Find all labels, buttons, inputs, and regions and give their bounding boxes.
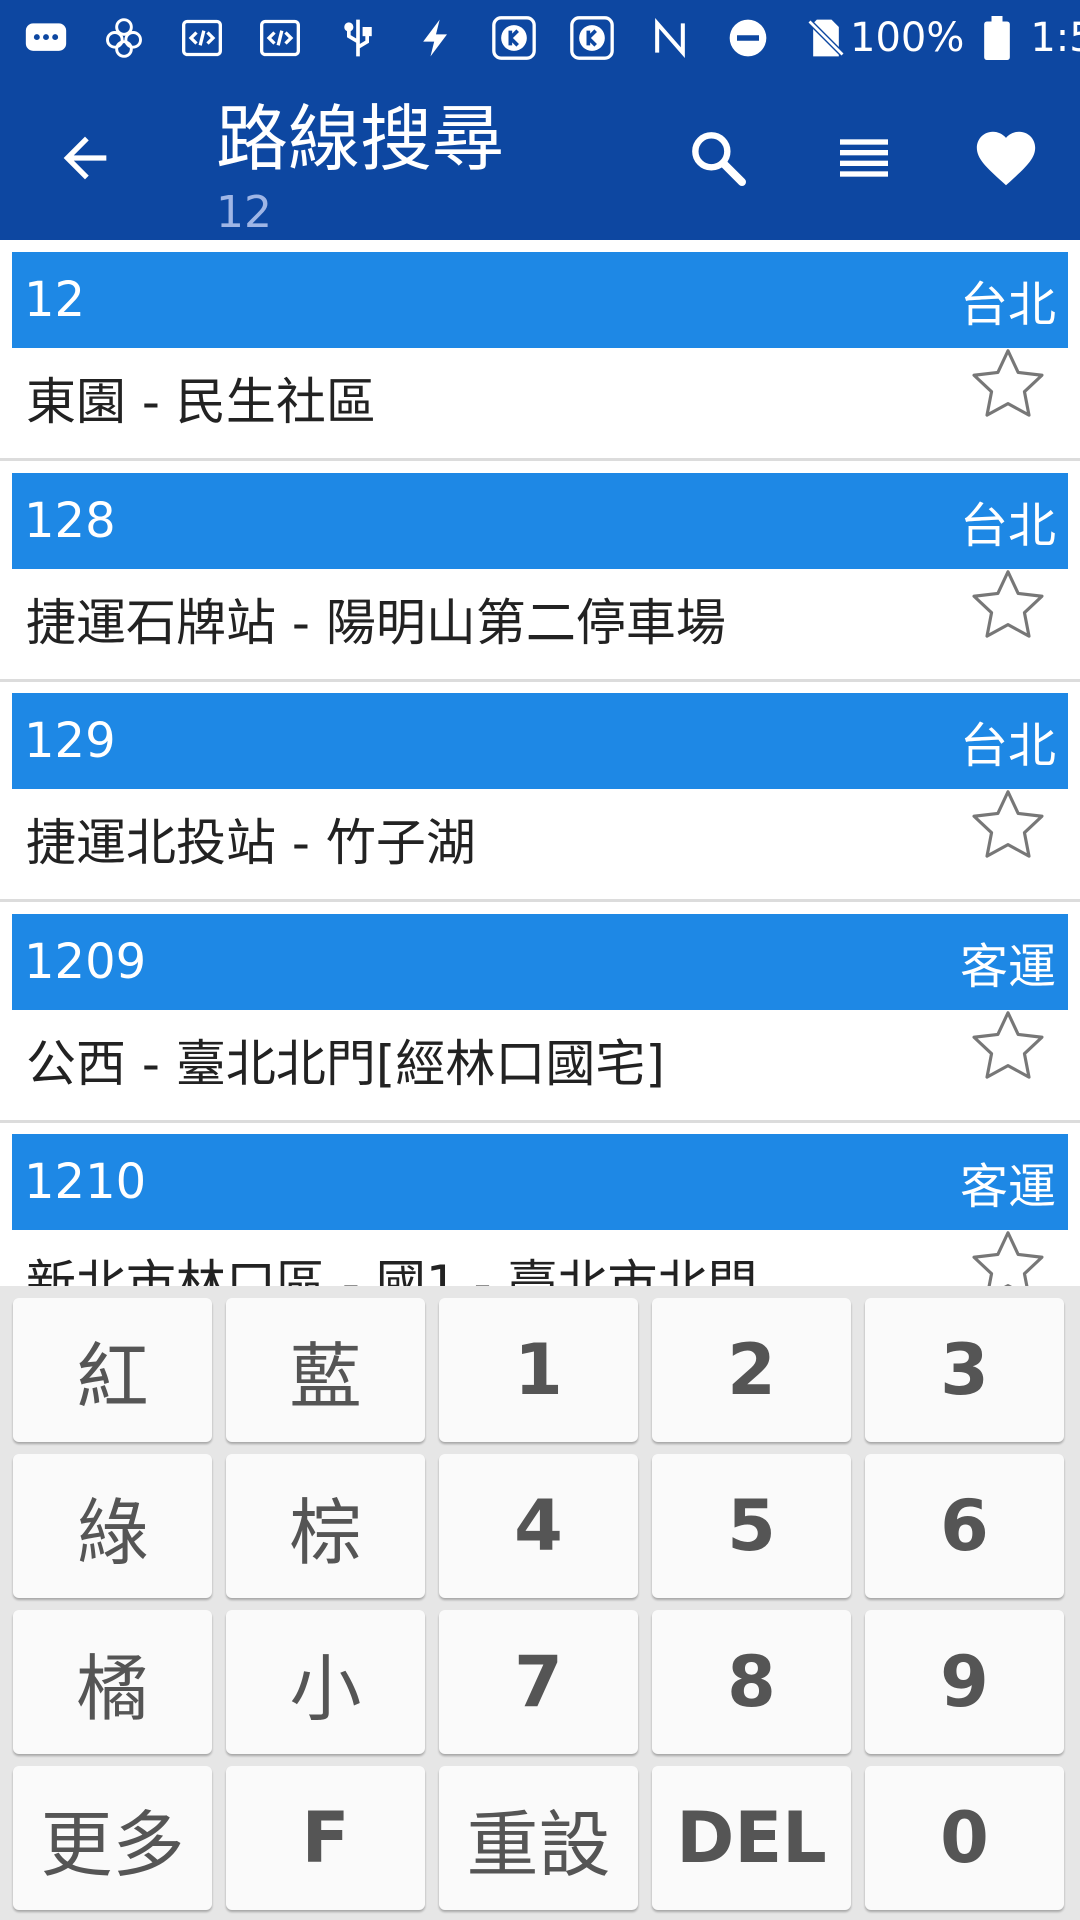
key-3[interactable]: 3 <box>865 1298 1064 1442</box>
key-1[interactable]: 1 <box>439 1298 638 1442</box>
key-5[interactable]: 5 <box>652 1454 851 1598</box>
battery-percent: 100% <box>850 15 965 61</box>
sms-icon <box>22 16 70 60</box>
back-button[interactable] <box>50 126 120 190</box>
route-name: 公西 - 臺北北門[經林口國宅] <box>26 1034 665 1093</box>
star-outline-icon <box>972 569 1044 638</box>
favorites-button[interactable] <box>968 120 1044 196</box>
keypad-row: 紅 藍 1 2 3 <box>10 1298 1070 1442</box>
search-icon <box>692 132 746 186</box>
key-orange[interactable]: 橘 <box>13 1610 212 1754</box>
page-title: 路線搜尋 <box>216 97 505 181</box>
usb-icon <box>334 16 382 60</box>
route-name: 新北市林口區 - 國1 - 臺北市北門 <box>26 1255 758 1286</box>
route-number: 129 <box>24 713 116 769</box>
favorite-star-button[interactable] <box>966 1224 1050 1286</box>
key-7[interactable]: 7 <box>439 1610 638 1754</box>
list-icon <box>840 139 888 177</box>
route-item[interactable]: 12 台北 東園 - 民生社區 <box>0 240 1080 461</box>
route-number: 1209 <box>24 933 147 990</box>
keypad-row: 綠 棕 4 5 6 <box>10 1454 1070 1598</box>
route-body: 新北市林口區 - 國1 - 臺北市北門 <box>0 1230 1080 1286</box>
do-not-disturb-icon <box>724 16 772 60</box>
star-outline-icon <box>972 1010 1044 1079</box>
route-body: 東園 - 民生社區 <box>0 348 1080 448</box>
route-region: 台北 <box>959 277 1056 333</box>
route-keypad: 紅 藍 1 2 3 綠 棕 4 5 6 橘 小 7 8 9 更多 F 重設 DE… <box>0 1286 1080 1920</box>
key-delete[interactable]: DEL <box>652 1766 851 1910</box>
route-list[interactable]: 12 台北 東園 - 民生社區 128 台北 捷運石牌站 - 陽明山第二停車場 … <box>0 240 1080 1286</box>
route-body: 捷運石牌站 - 陽明山第二停車場 <box>0 569 1080 669</box>
key-green[interactable]: 綠 <box>13 1454 212 1598</box>
back-arrow-icon <box>63 136 107 180</box>
key-brown[interactable]: 棕 <box>226 1454 425 1598</box>
route-name: 捷運石牌站 - 陽明山第二停車場 <box>26 593 726 652</box>
route-header: 128 台北 <box>12 472 1068 569</box>
key-6[interactable]: 6 <box>865 1454 1064 1598</box>
search-button[interactable] <box>680 120 756 196</box>
key-0[interactable]: 0 <box>865 1766 1064 1910</box>
developer-icon <box>178 16 226 60</box>
route-body: 捷運北投站 - 竹子湖 <box>0 789 1080 889</box>
favorite-star-button[interactable] <box>966 1004 1050 1088</box>
list-button[interactable] <box>826 120 902 196</box>
charging-icon <box>412 16 460 60</box>
route-region: 台北 <box>959 497 1056 554</box>
route-name: 捷運北投站 - 竹子湖 <box>26 814 476 872</box>
key-4[interactable]: 4 <box>439 1454 638 1598</box>
favorite-star-button[interactable] <box>966 783 1050 867</box>
route-header: 1209 客運 <box>12 913 1068 1010</box>
route-item[interactable]: 129 台北 捷運北投站 - 竹子湖 <box>0 681 1080 902</box>
key-8[interactable]: 8 <box>652 1610 851 1754</box>
star-outline-icon <box>972 790 1044 858</box>
route-body: 公西 - 臺北北門[經林口國宅] <box>0 1010 1080 1110</box>
key-more[interactable]: 更多 <box>13 1766 212 1910</box>
key-f[interactable]: F <box>226 1766 425 1910</box>
k-app-icon <box>490 16 538 60</box>
search-query: 12 <box>216 187 272 238</box>
route-item[interactable]: 1210 客運 新北市林口區 - 國1 - 臺北市北門 <box>0 1122 1080 1286</box>
network-icon <box>100 16 148 60</box>
clock: 1:50 <box>1030 15 1080 61</box>
keypad-row: 橘 小 7 8 9 <box>10 1610 1070 1754</box>
status-system-info: 100% 1:50 <box>850 15 1080 61</box>
favorite-star-button[interactable] <box>966 563 1050 647</box>
route-number: 128 <box>24 492 116 549</box>
route-number: 12 <box>24 272 86 328</box>
developer-icon <box>256 16 304 60</box>
status-bar: 100% 1:50 <box>0 0 1080 76</box>
route-header: 12 台北 <box>12 252 1068 348</box>
nfc-icon <box>646 16 694 60</box>
key-9[interactable]: 9 <box>865 1610 1064 1754</box>
key-small[interactable]: 小 <box>226 1610 425 1754</box>
k-app-icon <box>568 16 616 60</box>
star-outline-icon <box>972 349 1044 417</box>
battery-icon <box>982 16 1012 60</box>
key-red[interactable]: 紅 <box>13 1298 212 1442</box>
star-outline-icon <box>972 1231 1044 1286</box>
route-header: 129 台北 <box>12 693 1068 789</box>
app-bar: 路線搜尋 12 <box>0 76 1080 240</box>
route-number: 1210 <box>24 1154 147 1210</box>
no-sim-icon <box>802 16 850 60</box>
key-blue[interactable]: 藍 <box>226 1298 425 1442</box>
key-2[interactable]: 2 <box>652 1298 851 1442</box>
route-item[interactable]: 1209 客運 公西 - 臺北北門[經林口國宅] <box>0 902 1080 1123</box>
route-region: 客運 <box>959 1159 1056 1215</box>
key-reset[interactable]: 重設 <box>439 1766 638 1910</box>
favorite-star-button[interactable] <box>966 342 1050 426</box>
route-region: 台北 <box>959 718 1056 774</box>
route-item[interactable]: 128 台北 捷運石牌站 - 陽明山第二停車場 <box>0 461 1080 682</box>
keypad-row: 更多 F 重設 DEL 0 <box>10 1766 1070 1910</box>
route-header: 1210 客運 <box>12 1134 1068 1230</box>
heart-icon <box>976 131 1036 186</box>
route-name: 東園 - 民生社區 <box>26 373 376 431</box>
route-region: 客運 <box>959 938 1056 995</box>
status-notification-icons <box>22 16 850 60</box>
